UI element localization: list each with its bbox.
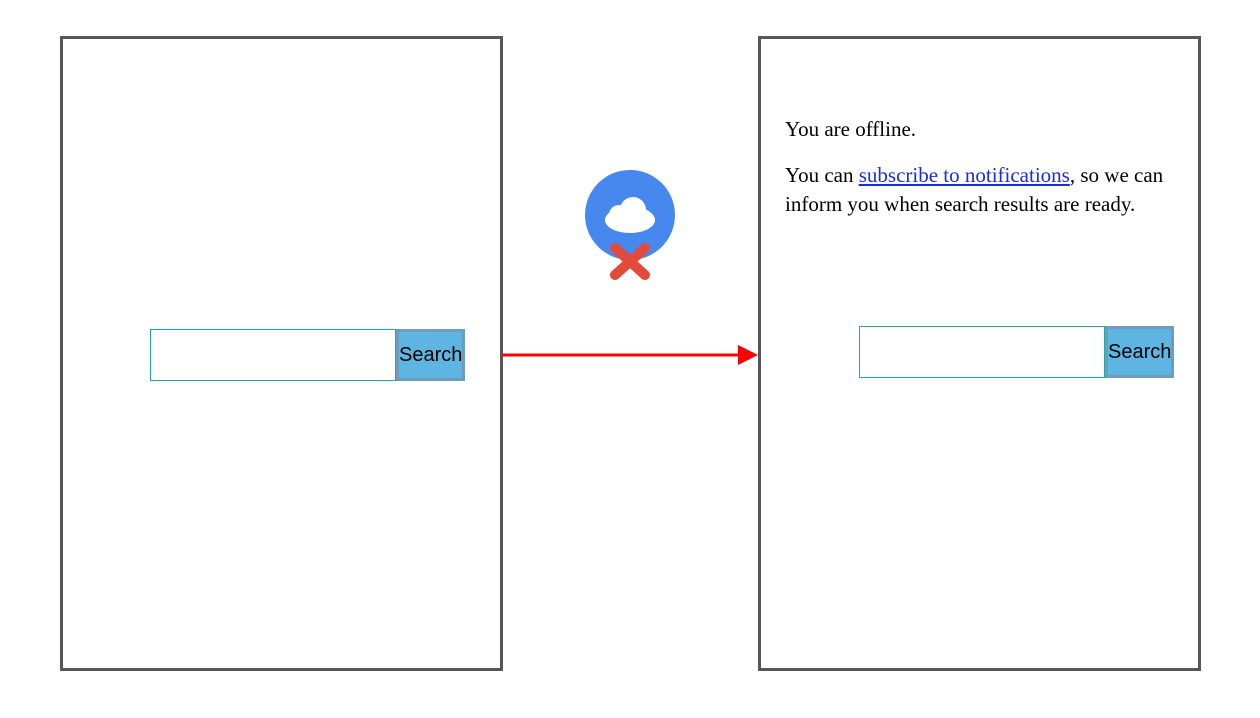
cloud-offline-icon — [585, 170, 675, 280]
offline-line2-pre: You can — [785, 163, 859, 187]
search-input[interactable] — [859, 326, 1105, 378]
offline-line2: You can subscribe to notifications, so w… — [785, 161, 1174, 218]
offline-message: You are offline. You can subscribe to no… — [785, 115, 1174, 236]
search-row-after: Search — [859, 326, 1113, 378]
panel-before: Search — [60, 36, 503, 671]
transition-arrow-icon — [500, 340, 760, 370]
search-row-before: Search — [150, 329, 404, 381]
search-button[interactable]: Search — [396, 329, 465, 381]
offline-line1: You are offline. — [785, 115, 1174, 143]
panel-after: You are offline. You can subscribe to no… — [758, 36, 1201, 671]
subscribe-notifications-link[interactable]: subscribe to notifications — [859, 163, 1070, 187]
search-button[interactable]: Search — [1105, 326, 1174, 378]
search-input[interactable] — [150, 329, 396, 381]
